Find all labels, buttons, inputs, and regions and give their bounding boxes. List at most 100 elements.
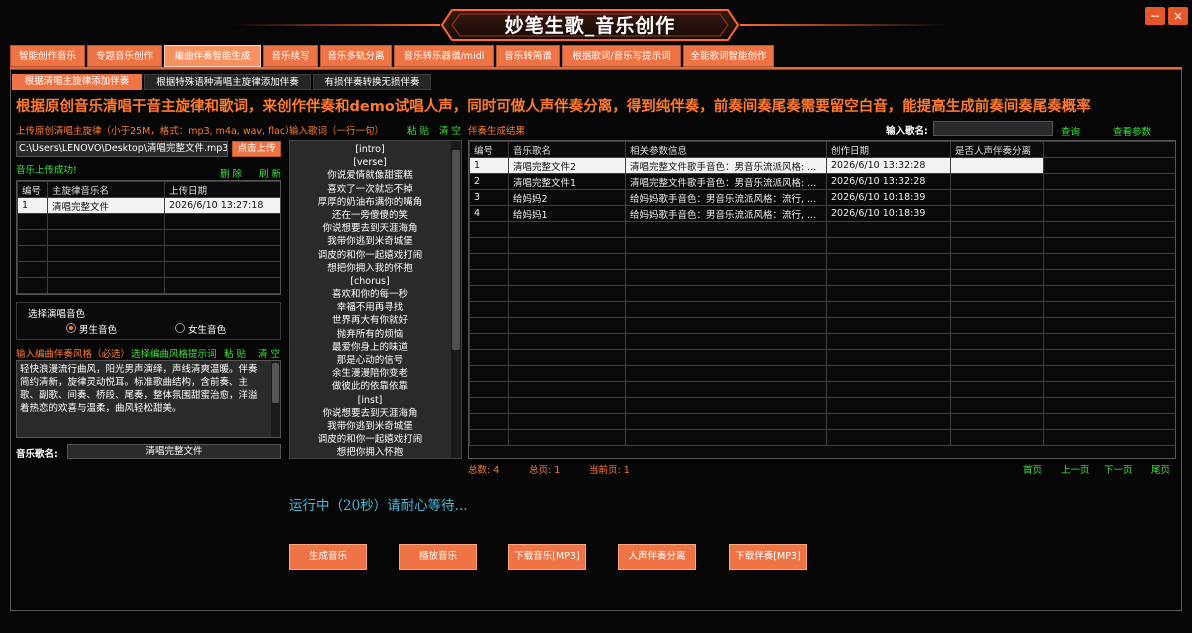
column-header: 创作日期 (826, 141, 951, 158)
prev-page-link[interactable]: 上一页 (1061, 462, 1090, 476)
query-button[interactable]: 查询 (1061, 124, 1080, 138)
lyric-line: 做彼此的依靠依靠 (331, 381, 408, 393)
column-header: 编号 (17, 181, 48, 198)
female-label[interactable]: 女生音色 (188, 322, 226, 336)
lyric-line: 你说爱情就像甜蜜糕 (327, 170, 413, 182)
upload-path-field[interactable]: C:\Users\LENOVO\Desktop\清唱完整文件.mp3 (16, 141, 228, 157)
lyric-line: 幸福不用再寻找 (336, 302, 404, 314)
lyrics-textarea[interactable]: [intro] [verse] 你说爱情就像甜蜜糕 喜欢了一次就忘不掉 厚厚的奶油布满你… (289, 140, 462, 459)
title-right-line (740, 24, 950, 26)
empty-row (17, 229, 280, 246)
play-music-button[interactable]: 播放音乐 (399, 544, 477, 570)
next-page-link[interactable]: 下一页 (1104, 462, 1133, 476)
close-button[interactable]: × (1168, 7, 1188, 25)
tab-multitrack[interactable]: 音乐多轨分离 (320, 45, 392, 67)
upload-button[interactable]: 点击上传 (232, 141, 281, 157)
table-cell: 4 (469, 205, 509, 222)
table-row[interactable]: 1 清唱完整文件 2026/6/10 13:27:18 (17, 197, 280, 214)
table-cell (950, 173, 1044, 190)
style-textarea[interactable]: 轻快浪漫流行曲风，阳光男声演绎，声线清爽温暖。伴奏简约清新，旋律灵动悦耳。标准歌… (16, 360, 281, 438)
empty-row (469, 317, 1175, 334)
tab-to-midi[interactable]: 音乐转乐器谱/midi (394, 45, 494, 67)
table-cell: 清唱完整文件歌手音色：男音乐流派风格: ... (625, 173, 827, 190)
download-accompaniment-button[interactable]: 下载伴奏[MP3] (729, 544, 807, 570)
lyric-line: 调皮的和你一起嬉戏打闹 (317, 249, 423, 261)
app-window: 妙笔生歌_音乐创作 − × 智能创作音乐 专题音乐创作 编曲伴奏智能生成 音乐续… (0, 0, 1192, 633)
minimize-button[interactable]: − (1145, 7, 1165, 25)
lyrics-scroll-thumb[interactable] (452, 150, 460, 350)
lyrics-clear-link[interactable]: 清 空 (439, 123, 461, 137)
table-cell: 清唱完整文件1 (508, 173, 626, 190)
table-cell: 2026/6/10 13:32:28 (826, 157, 951, 174)
lyric-line: 我带你逃到米奇城堡 (327, 236, 413, 248)
table-cell: 清唱完整文件歌手音色：男音乐流派风格: ... (625, 157, 827, 174)
tab-arrangement[interactable]: 编曲伴奏智能生成 (164, 45, 261, 67)
lyric-line: 喜欢了一次就忘不掉 (327, 183, 413, 195)
lyric-line: 还在一旁傻傻的笑 (331, 209, 408, 221)
male-radio[interactable] (66, 323, 76, 333)
lyrics-label: 输入歌词（一行一句） (289, 126, 385, 137)
column-header: 音乐歌名 (508, 141, 626, 158)
vocal-separation-button[interactable]: 人声伴奏分离 (618, 544, 696, 570)
lyric-line: 调皮的和你一起嬉戏打闹 (317, 434, 423, 446)
table-cell: 清唱完整文件 (47, 197, 165, 214)
lyric-line: [intro] (355, 144, 385, 155)
subtab-special-language[interactable]: 根据特殊语种清唱主旋律添加伴奏 (144, 74, 311, 90)
tab-smart-compose[interactable]: 智能创作音乐 (10, 45, 85, 67)
column-header: 相关参数信息 (625, 141, 827, 158)
subtab-lossless[interactable]: 有损伴奏转换无损伴奏 (313, 74, 431, 90)
total-pages: 总页: 1 (529, 465, 561, 476)
delete-link[interactable]: 删 除 (220, 166, 242, 180)
search-input[interactable] (933, 121, 1053, 136)
song-name-label: 音乐歌名: (16, 449, 58, 460)
first-page-link[interactable]: 首页 (1023, 462, 1042, 476)
empty-row (17, 261, 280, 278)
male-label[interactable]: 男生音色 (79, 322, 117, 336)
table-cell: 1 (17, 197, 48, 214)
lyric-line: 你说想要去到天涯海角 (322, 223, 418, 235)
tab-prompt-writer[interactable]: 根据歌词/音乐写提示词 (562, 45, 681, 67)
style-hint-link[interactable]: 选择编曲风格提示词 (131, 346, 217, 360)
total-count: 总数: 4 (468, 465, 500, 476)
lyrics-paste-link[interactable]: 粘 贴 (407, 123, 429, 137)
view-params-button[interactable]: 查看参数 (1113, 124, 1151, 138)
table-cell: 给妈妈歌手音色：男音乐流派风格：流行, ... (625, 205, 827, 222)
download-music-button[interactable]: 下载音乐[MP3] (508, 544, 586, 570)
empty-row (469, 397, 1175, 414)
lyric-line: 我带你逃到米奇城堡 (327, 420, 413, 432)
song-name-field[interactable]: 清唱完整文件 (67, 444, 281, 459)
table-row[interactable]: 3 给妈妈2 给妈妈歌手音色：男音乐流派风格：流行, ... 2026/6/10 10… (469, 189, 1175, 206)
table-cell: 2026/6/10 10:18:39 (826, 189, 951, 206)
empty-row (469, 349, 1175, 366)
table-cell (950, 157, 1044, 174)
lyric-line: [chorus] (350, 275, 390, 287)
subtab-add-accompaniment[interactable]: 根据清唱主旋律添加伴奏 (12, 74, 142, 90)
style-scroll-thumb[interactable] (272, 363, 279, 403)
refresh-link[interactable]: 刷 新 (259, 166, 281, 180)
table-row[interactable]: 4 给妈妈1 给妈妈歌手音色：男音乐流派风格：流行, ... 2026/6/10 10… (469, 205, 1175, 222)
tab-to-numbered[interactable]: 音乐转简谱 (496, 45, 560, 67)
lyric-line: 那是心动的信号 (336, 355, 404, 366)
column-header: 编号 (469, 141, 509, 158)
table-row[interactable]: 1 清唱完整文件2 清唱完整文件歌手音色：男音乐流派风格: ... 2026/6/10… (469, 157, 1175, 174)
table-cell: 2026/6/10 13:27:18 (164, 197, 280, 214)
generate-music-button[interactable]: 生成音乐 (289, 544, 367, 570)
lyric-line: 余生漫漫陪你变老 (331, 368, 408, 380)
empty-row (469, 269, 1175, 286)
tab-continue[interactable]: 音乐续写 (263, 45, 318, 67)
female-radio[interactable] (175, 323, 185, 333)
table-row[interactable]: 2 清唱完整文件1 清唱完整文件歌手音色：男音乐流派风格: ... 2026/6/10… (469, 173, 1175, 190)
tab-lyrics[interactable]: 全能歌词智能创作 (683, 45, 774, 67)
app-title: 妙笔生歌_音乐创作 (504, 15, 676, 37)
empty-row (17, 213, 280, 230)
column-header: 是否人声伴奏分离 (950, 141, 1044, 158)
style-clear-link[interactable]: 清 空 (258, 346, 280, 360)
style-paste-link[interactable]: 粘 贴 (224, 346, 246, 360)
tab-topic-compose[interactable]: 专题音乐创作 (87, 45, 162, 67)
empty-row (17, 277, 280, 294)
lyric-line: 世界再大有你就好 (331, 315, 408, 327)
lyric-line: 抛弃所有的烦恼 (336, 328, 404, 340)
table-cell: 给妈妈歌手音色：男音乐流派风格：流行, ... (625, 189, 827, 206)
results-table: 编号 音乐歌名 相关参数信息 创作日期 是否人声伴奏分离 1 清唱完整文件2 清唱完… (468, 140, 1176, 459)
last-page-link[interactable]: 尾页 (1151, 462, 1170, 476)
